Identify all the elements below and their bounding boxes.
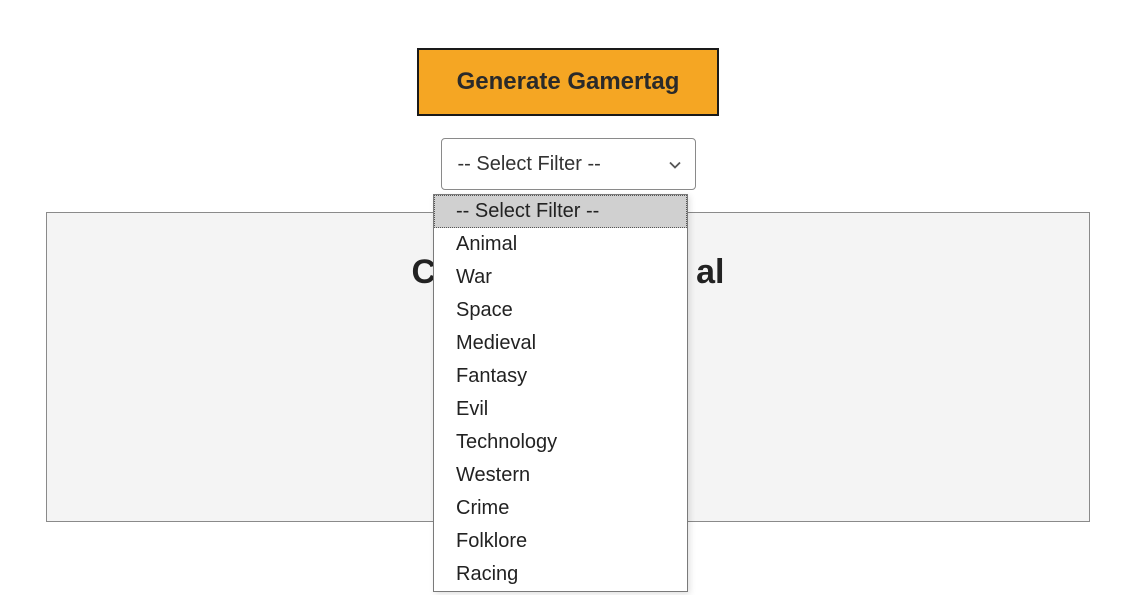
generate-button[interactable]: Generate Gamertag: [417, 48, 720, 116]
filter-select-wrap: -- Select Filter --: [441, 138, 696, 190]
filter-dropdown[interactable]: -- Select Filter -- Animal War Space Med…: [433, 194, 688, 592]
filter-option[interactable]: Racing: [434, 558, 687, 591]
filter-option[interactable]: -- Select Filter --: [434, 195, 687, 228]
filter-option[interactable]: War: [434, 261, 687, 294]
filter-option[interactable]: Folklore: [434, 525, 687, 558]
result-title-right: al: [696, 253, 724, 291]
filter-option[interactable]: Animal: [434, 228, 687, 261]
filter-select[interactable]: -- Select Filter --: [441, 138, 696, 190]
filter-option[interactable]: Crime: [434, 492, 687, 525]
filter-option[interactable]: Technology: [434, 426, 687, 459]
filter-option[interactable]: Space: [434, 294, 687, 327]
chevron-down-icon: [669, 153, 681, 176]
filter-option[interactable]: Medieval: [434, 327, 687, 360]
filter-option[interactable]: Fantasy: [434, 360, 687, 393]
filter-selected-text: -- Select Filter --: [458, 153, 601, 176]
filter-option[interactable]: Evil: [434, 393, 687, 426]
filter-option[interactable]: Western: [434, 459, 687, 492]
